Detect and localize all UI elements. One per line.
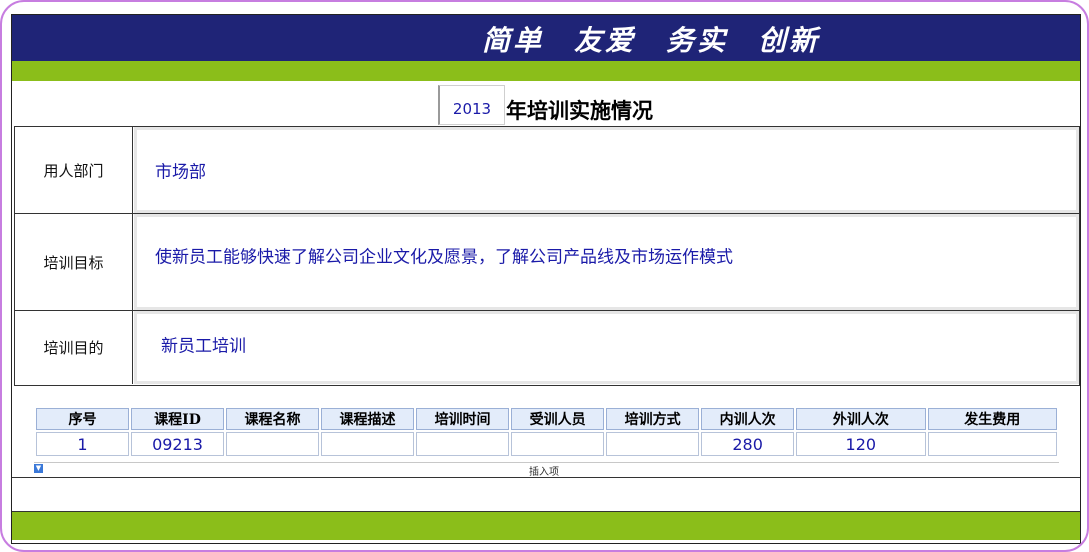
row-training-purpose: 培训目的 新员工培训 — [15, 311, 1079, 384]
col-header-index: 序号 — [36, 408, 130, 430]
page-title: 年培训实施情况 — [506, 99, 653, 123]
department-value: 市场部 — [155, 162, 206, 183]
cell-course-name[interactable] — [226, 432, 320, 456]
training-table-wrap: 序号 课程ID 课程名称 课程描述 培训时间 受训人员 培训方式 内训人次 外训… — [34, 406, 1059, 458]
slogan-3: 务实 — [666, 24, 729, 57]
col-header-training-method: 培训方式 — [606, 408, 700, 430]
cell-training-time[interactable] — [416, 432, 510, 456]
col-header-external-count: 外训人次 — [796, 408, 926, 430]
page-frame: 简单 友爱 务实 创新 2013 年培训实施情况 用人部门 市场部 培训目标 使新员工… — [0, 0, 1089, 552]
slogan-1: 简单 — [482, 24, 545, 57]
row-training-goal: 培训目标 使新员工能够快速了解公司企业文化及愿景，了解公司产品线及市场运作模式 — [15, 214, 1079, 311]
col-header-course-desc: 课程描述 — [321, 408, 415, 430]
training-purpose-field[interactable]: 新员工培训 — [134, 311, 1079, 384]
insert-item-row: ▼ 插入项 — [34, 462, 1059, 478]
info-section: 用人部门 市场部 培训目标 使新员工能够快速了解公司企业文化及愿景，了解公司产品… — [14, 126, 1080, 386]
training-table: 序号 课程ID 课程名称 课程描述 培训时间 受训人员 培训方式 内训人次 外训… — [34, 406, 1059, 458]
col-header-training-time: 培训时间 — [416, 408, 510, 430]
cell-trainees[interactable] — [511, 432, 605, 456]
training-goal-field[interactable]: 使新员工能够快速了解公司企业文化及愿景，了解公司产品线及市场运作模式 — [134, 214, 1079, 310]
slogan-2: 友爱 — [574, 24, 637, 57]
table-row: 1 09213 280 120 — [36, 432, 1057, 456]
training-purpose-label: 培训目的 — [15, 311, 133, 384]
col-header-course-name: 课程名称 — [226, 408, 320, 430]
green-footer-bar — [12, 511, 1080, 540]
slogan-4: 创新 — [758, 24, 821, 57]
cell-course-desc[interactable] — [321, 432, 415, 456]
header-banner: 简单 友爱 务实 创新 — [12, 15, 1080, 61]
cell-training-method[interactable] — [606, 432, 700, 456]
cell-index[interactable]: 1 — [36, 432, 130, 456]
row-department: 用人部门 市场部 — [15, 127, 1079, 214]
chevron-down-icon[interactable]: ▼ — [34, 464, 43, 473]
insert-item-link[interactable]: 插入项 — [529, 463, 559, 478]
cell-internal-count[interactable]: 280 — [701, 432, 795, 456]
training-goal-value: 使新员工能够快速了解公司企业文化及愿景，了解公司产品线及市场运作模式 — [155, 247, 733, 268]
cell-course-id[interactable]: 09213 — [131, 432, 225, 456]
green-header-bar — [12, 61, 1080, 81]
col-header-trainees: 受训人员 — [511, 408, 605, 430]
department-field[interactable]: 市场部 — [134, 127, 1079, 213]
cell-cost[interactable] — [927, 432, 1057, 456]
col-header-internal-count: 内训人次 — [701, 408, 795, 430]
col-header-cost: 发生费用 — [927, 408, 1057, 430]
table-header-row: 序号 课程ID 课程名称 课程描述 培训时间 受训人员 培训方式 内训人次 外训… — [36, 408, 1057, 430]
form-container: 简单 友爱 务实 创新 2013 年培训实施情况 用人部门 市场部 培训目标 使新员工… — [11, 14, 1081, 544]
training-goal-label: 培训目标 — [15, 214, 133, 310]
year-input[interactable]: 2013 — [438, 85, 505, 125]
training-purpose-value: 新员工培训 — [161, 336, 246, 357]
department-label: 用人部门 — [15, 127, 133, 213]
cell-external-count[interactable]: 120 — [796, 432, 926, 456]
divider — [12, 477, 1080, 478]
col-header-course-id: 课程ID — [131, 408, 225, 430]
slogan: 简单 友爱 务实 创新 — [482, 19, 850, 59]
